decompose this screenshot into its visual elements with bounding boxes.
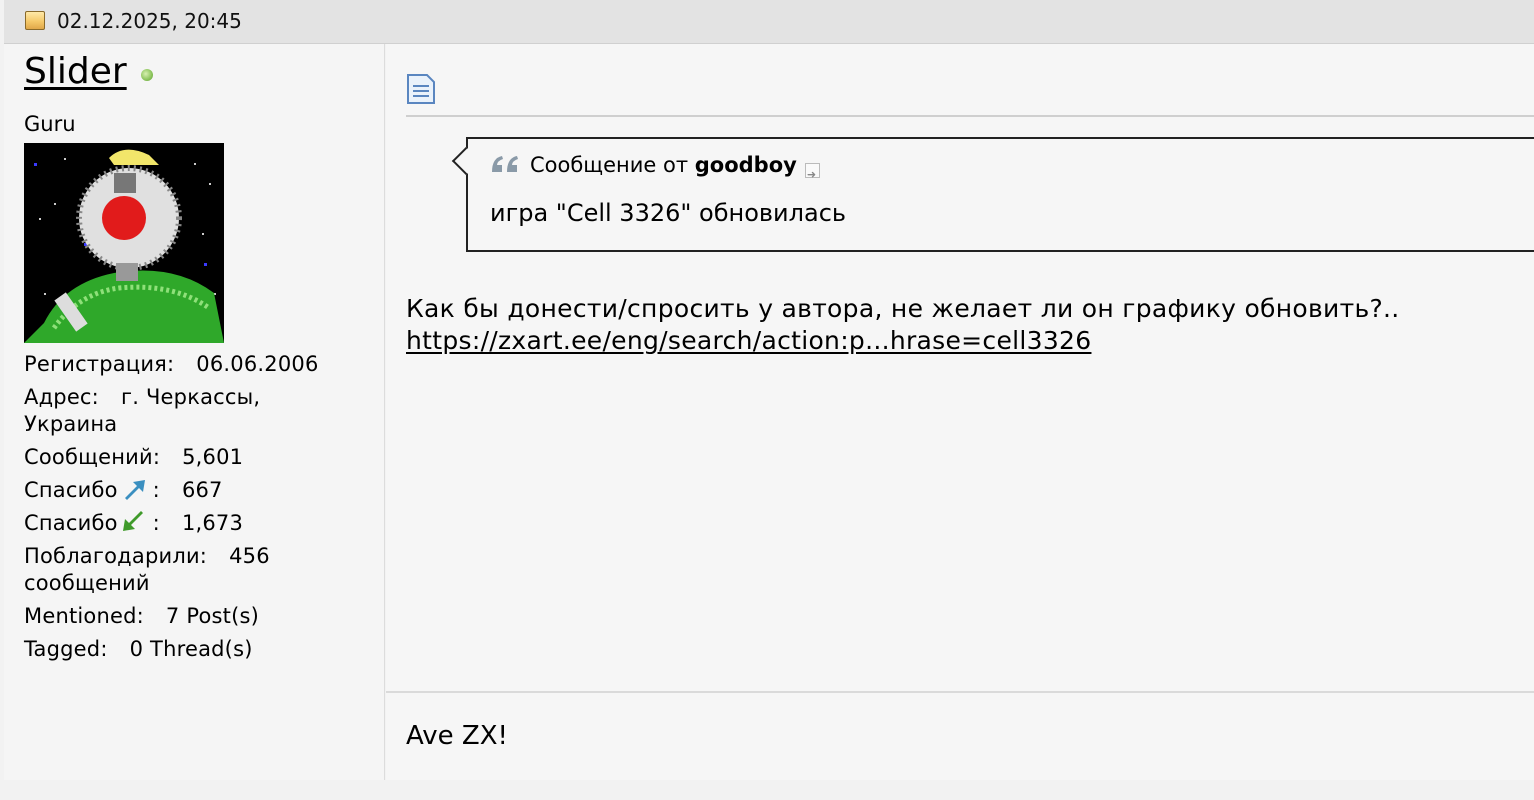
post-date: 02.12.2025, 20:45 bbox=[57, 9, 242, 33]
info-posts: Сообщений: 5,601 bbox=[24, 445, 244, 469]
quote-pointer bbox=[451, 146, 481, 176]
thanks-received-arrow-icon bbox=[122, 511, 143, 531]
user-title: Guru bbox=[24, 112, 76, 136]
post-status-icon bbox=[25, 11, 45, 30]
info-thanks-received: Спасибо:1,673 bbox=[24, 511, 244, 535]
username-link[interactable]: Slider bbox=[24, 50, 127, 94]
view-post-icon[interactable] bbox=[804, 161, 820, 189]
online-status-icon bbox=[141, 69, 153, 81]
thanks-given-arrow-icon bbox=[124, 480, 145, 500]
signature-divider bbox=[386, 691, 1534, 693]
signature: Ave ZX! bbox=[406, 721, 508, 751]
message-content: Как бы донести/спросить у автора, не жел… bbox=[406, 293, 1400, 357]
info-mentioned: Mentioned: 7 Post(s) bbox=[24, 604, 260, 628]
post-body: Сообщение от goodboy игра "Cell 3326" об… bbox=[386, 44, 1534, 780]
info-thanked-posts: Поблагодарили: 456 сообщений bbox=[24, 544, 270, 595]
message-link[interactable]: https://zxart.ee/eng/search/action:p...h… bbox=[406, 326, 1091, 355]
quote-icon bbox=[492, 156, 518, 172]
info-tagged: Tagged: 0 Thread(s) bbox=[24, 637, 253, 661]
info-address: Адрес: г. Черкассы, Украина bbox=[24, 385, 261, 436]
user-info-panel: Slider Guru Регистрация: 06.06.2006 Адре… bbox=[4, 44, 385, 780]
quote-prefix: Сообщение от bbox=[530, 153, 689, 177]
info-thanks-given: Спасибо:667 bbox=[24, 478, 223, 502]
post-header: 02.12.2025, 20:45 bbox=[4, 0, 1534, 44]
avatar-image bbox=[24, 143, 224, 343]
info-registration: Регистрация: 06.06.2006 bbox=[24, 352, 319, 376]
quote-text: игра "Cell 3326" обновилась bbox=[490, 199, 847, 227]
divider bbox=[406, 115, 1534, 117]
quote-block: Сообщение от goodboy игра "Cell 3326" об… bbox=[451, 137, 1534, 252]
avatar[interactable] bbox=[24, 143, 224, 343]
message-text: Как бы донести/спросить у автора, не жел… bbox=[406, 294, 1400, 323]
quote-author: goodboy bbox=[694, 153, 797, 177]
document-icon bbox=[407, 74, 435, 104]
quote-header: Сообщение от goodboy bbox=[490, 151, 820, 189]
